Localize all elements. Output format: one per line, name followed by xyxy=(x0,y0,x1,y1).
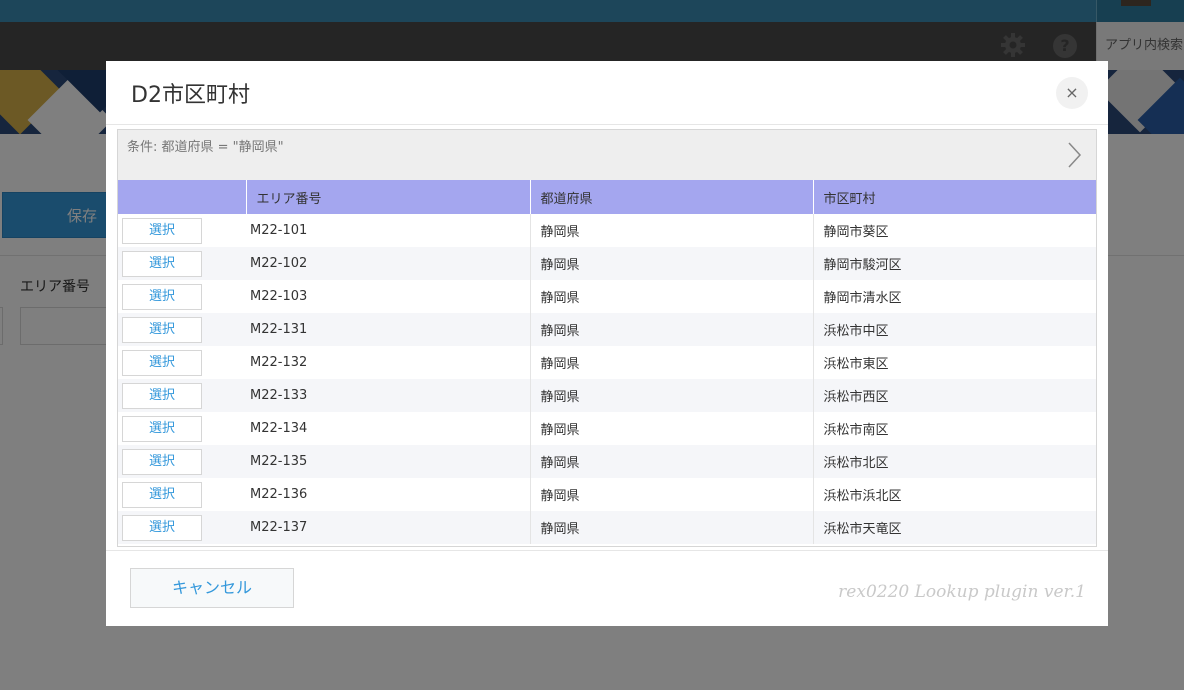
table-row: 選択 M22-102 静岡県 静岡市駿河区 xyxy=(118,247,1096,280)
city-cell: 浜松市浜北区 xyxy=(813,478,1096,511)
city-cell: 静岡市清水区 xyxy=(813,280,1096,313)
city-cell: 浜松市中区 xyxy=(813,313,1096,346)
prefecture-cell: 静岡県 xyxy=(530,280,814,313)
select-button[interactable]: 選択 xyxy=(122,514,202,541)
prefecture-cell: 静岡県 xyxy=(530,445,814,478)
cancel-button[interactable]: キャンセル xyxy=(130,568,294,608)
chevron-right-icon[interactable] xyxy=(1064,140,1084,170)
table-row: 選択 M22-136 静岡県 浜松市浜北区 xyxy=(118,478,1096,511)
select-button[interactable]: 選択 xyxy=(122,349,202,376)
select-button[interactable]: 選択 xyxy=(122,415,202,442)
column-header-select xyxy=(118,180,247,214)
prefecture-cell: 静岡県 xyxy=(530,379,814,412)
area-number-cell: M22-131 xyxy=(246,313,531,346)
city-cell: 浜松市天竜区 xyxy=(813,511,1096,544)
table-row: 選択 M22-134 静岡県 浜松市南区 xyxy=(118,412,1096,445)
column-header-prefecture: 都道府県 xyxy=(530,180,814,214)
table-header-row: エリア番号 都道府県 市区町村 xyxy=(118,180,1096,214)
condition-bar: 条件: 都道府県 = "静岡県" xyxy=(118,130,1096,180)
select-button[interactable]: 選択 xyxy=(122,382,202,409)
table-row: 選択 M22-133 静岡県 浜松市西区 xyxy=(118,379,1096,412)
city-cell: 静岡市駿河区 xyxy=(813,247,1096,280)
area-number-cell: M22-133 xyxy=(246,379,531,412)
table-row: 選択 M22-132 静岡県 浜松市東区 xyxy=(118,346,1096,379)
table-row: 選択 M22-137 静岡県 浜松市天竜区 xyxy=(118,511,1096,544)
footer-divider xyxy=(106,550,1108,551)
dialog-title: D2市区町村 xyxy=(131,83,250,108)
area-number-cell: M22-136 xyxy=(246,478,531,511)
select-button[interactable]: 選択 xyxy=(122,316,202,343)
select-button[interactable]: 選択 xyxy=(122,283,202,310)
area-number-cell: M22-137 xyxy=(246,511,531,544)
prefecture-cell: 静岡県 xyxy=(530,214,814,247)
lookup-dialog: D2市区町村 × 条件: 都道府県 = "静岡県" エリア番号 都道府県 市区町… xyxy=(106,61,1108,626)
city-cell: 浜松市南区 xyxy=(813,412,1096,445)
select-button[interactable]: 選択 xyxy=(122,481,202,508)
prefecture-cell: 静岡県 xyxy=(530,247,814,280)
area-number-cell: M22-134 xyxy=(246,412,531,445)
city-cell: 浜松市北区 xyxy=(813,445,1096,478)
table-row: 選択 M22-103 静岡県 静岡市清水区 xyxy=(118,280,1096,313)
filter-condition: 条件: 都道府県 = "静岡県" xyxy=(127,140,284,155)
table-row: 選択 M22-101 静岡県 静岡市葵区 xyxy=(118,214,1096,247)
area-number-cell: M22-103 xyxy=(246,280,531,313)
area-number-cell: M22-132 xyxy=(246,346,531,379)
select-button[interactable]: 選択 xyxy=(122,250,202,277)
area-number-cell: M22-101 xyxy=(246,214,531,247)
plugin-credit: rex0220 Lookup plugin ver.1 xyxy=(838,582,1086,602)
table-row: 選択 M22-131 静岡県 浜松市中区 xyxy=(118,313,1096,346)
prefecture-cell: 静岡県 xyxy=(530,412,814,445)
close-button[interactable]: × xyxy=(1056,77,1088,109)
city-cell: 静岡市葵区 xyxy=(813,214,1096,247)
prefecture-cell: 静岡県 xyxy=(530,511,814,544)
results-table: エリア番号 都道府県 市区町村 選択 M22-101 静岡県 静岡市葵区 選択 … xyxy=(118,180,1096,544)
city-cell: 浜松市東区 xyxy=(813,346,1096,379)
select-button[interactable]: 選択 xyxy=(122,448,202,475)
city-cell: 浜松市西区 xyxy=(813,379,1096,412)
select-button[interactable]: 選択 xyxy=(122,217,202,244)
header-divider xyxy=(106,124,1108,125)
table-row: 選択 M22-135 静岡県 浜松市北区 xyxy=(118,445,1096,478)
area-number-cell: M22-135 xyxy=(246,445,531,478)
column-header-area-number: エリア番号 xyxy=(246,180,531,214)
area-number-cell: M22-102 xyxy=(246,247,531,280)
prefecture-cell: 静岡県 xyxy=(530,313,814,346)
prefecture-cell: 静岡県 xyxy=(530,478,814,511)
results-panel: 条件: 都道府県 = "静岡県" エリア番号 都道府県 市区町村 選択 M22-… xyxy=(117,129,1097,547)
column-header-city: 市区町村 xyxy=(813,180,1096,214)
prefecture-cell: 静岡県 xyxy=(530,346,814,379)
